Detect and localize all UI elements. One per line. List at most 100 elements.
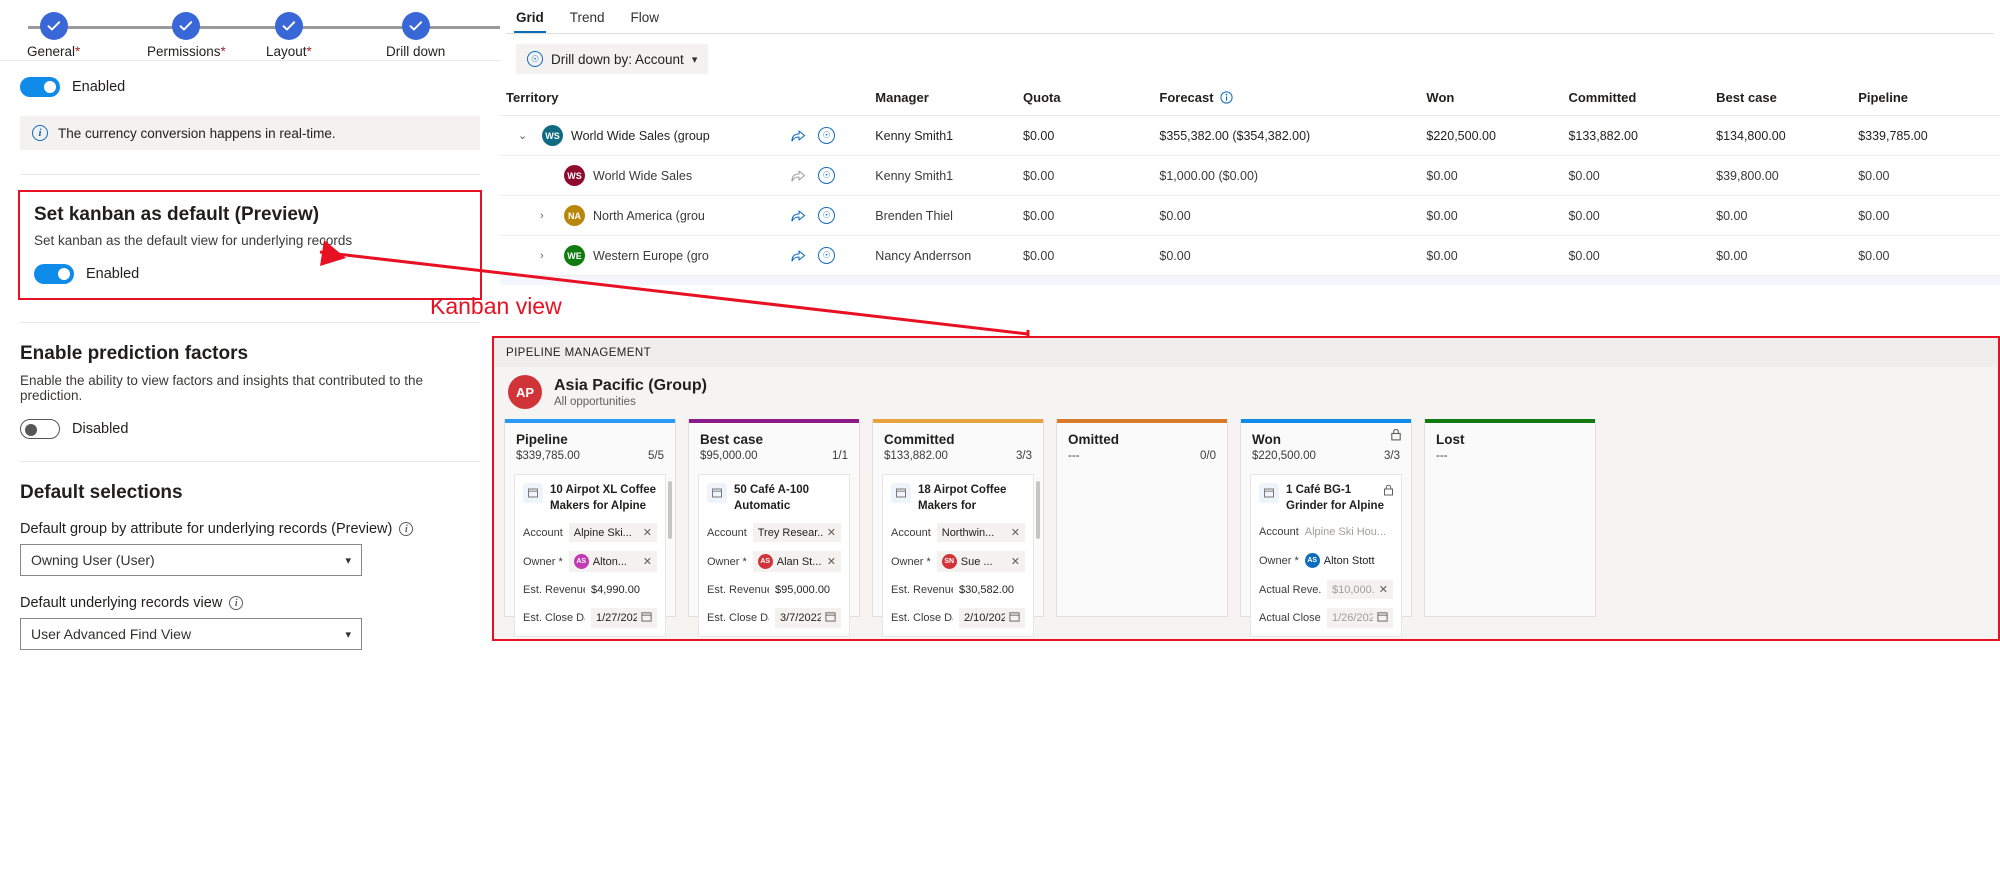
cell-best-case: $0.00 [1710, 236, 1852, 276]
field-value[interactable]: Northwin...✕ [937, 523, 1025, 542]
kanban-default-toggle[interactable] [34, 264, 74, 284]
kanban-card[interactable]: 1 Café BG-1 Grinder for Alpine Ski House… [1250, 474, 1402, 637]
field-value[interactable]: 3/7/2022 [775, 608, 841, 628]
calendar-icon[interactable] [641, 611, 652, 625]
column-header-pipeline[interactable]: Pipeline [1852, 84, 2000, 116]
column-scrollbar[interactable] [1036, 481, 1040, 539]
field-value[interactable]: Trey Resear...✕ [753, 523, 841, 542]
kanban-column-pipeline[interactable]: Pipeline$339,785.005/510 Airpot XL Coffe… [504, 419, 676, 617]
kanban-entity-subtitle: All opportunities [554, 396, 707, 408]
field-value[interactable]: 1/26/2022 [1327, 608, 1393, 628]
card-field: Account Northwin...✕ [891, 523, 1025, 542]
kanban-column-committed[interactable]: Committed$133,882.003/318 Airpot Coffee … [872, 419, 1044, 617]
info-icon[interactable]: i [229, 596, 243, 610]
field-label: Account [891, 527, 931, 539]
table-row[interactable]: ›WEWestern Europe (gro☉Nancy Anderrson$0… [500, 236, 2000, 276]
close-icon[interactable]: ✕ [1379, 583, 1388, 596]
account-icon[interactable]: ☉ [818, 167, 835, 184]
kanban-toggle-row[interactable]: Enabled [34, 264, 466, 284]
kanban-column-lost[interactable]: Lost--- [1424, 419, 1596, 617]
field-label: Owner * [707, 556, 747, 568]
open-record-icon[interactable] [790, 128, 806, 144]
table-row[interactable]: ⌄WSWorld Wide Sales (group☉Kenny Smith1$… [500, 116, 2000, 156]
prediction-factors-toggle[interactable] [20, 419, 60, 439]
close-icon[interactable]: ✕ [643, 526, 652, 539]
currency-toggle[interactable] [20, 77, 60, 97]
close-icon[interactable]: ✕ [1011, 526, 1020, 539]
close-icon[interactable]: ✕ [827, 555, 836, 568]
check-icon [40, 12, 68, 40]
prediction-toggle-row[interactable]: Disabled [20, 419, 480, 439]
open-record-icon[interactable] [790, 248, 806, 264]
column-header-quota[interactable]: Quota [1017, 84, 1153, 116]
drill-down-label: Drill down by: Account [551, 52, 684, 67]
column-scrollbar[interactable] [668, 481, 672, 539]
cell-quota: $0.00 [1017, 276, 1153, 286]
close-icon[interactable]: ✕ [643, 555, 652, 568]
table-row[interactable]: ›APAsia Pacific (group)☉John Smith$0.00$… [500, 276, 2000, 286]
wizard-step-general[interactable]: General* [27, 0, 80, 59]
account-icon[interactable]: ☉ [818, 247, 835, 264]
cell-committed: $133,882.00 [1562, 116, 1710, 156]
column-header-best-case[interactable]: Best case [1710, 84, 1852, 116]
divider [20, 461, 480, 462]
open-record-icon[interactable] [790, 208, 806, 224]
check-icon [275, 12, 303, 40]
column-header-forecast[interactable]: Forecast [1153, 84, 1420, 116]
currency-info-bar: i The currency conversion happens in rea… [20, 116, 480, 150]
column-header-manager[interactable]: Manager [869, 84, 1017, 116]
avatar: AS [1305, 553, 1320, 568]
field-value[interactable]: SNSue ...✕ [937, 551, 1025, 572]
calendar-icon[interactable] [825, 611, 836, 625]
kanban-column-won[interactable]: Won$220,500.003/31 Café BG-1 Grinder for… [1240, 419, 1412, 617]
table-row[interactable]: WSWorld Wide Sales☉Kenny Smith1$0.00$1,0… [500, 156, 2000, 196]
wizard-step-layout[interactable]: Layout* [266, 0, 312, 59]
group-by-label-text: Default group by attribute for underlyin… [20, 521, 392, 537]
column-amount: --- [1436, 450, 1448, 462]
field-label: Owner * [523, 556, 563, 568]
column-header: Won$220,500.003/3 [1241, 423, 1411, 468]
kanban-column-omitted[interactable]: Omitted---0/0 [1056, 419, 1228, 617]
calendar-icon[interactable] [1377, 611, 1388, 625]
cell-won: $220,500.00 [1420, 116, 1562, 156]
info-icon[interactable] [1220, 91, 1233, 104]
field-value[interactable]: Alpine Ski...✕ [569, 523, 657, 542]
chevron-right-icon[interactable]: › [540, 210, 556, 222]
kanban-column-best-case[interactable]: Best case$95,000.001/150 Café A-100 Auto… [688, 419, 860, 617]
chevron-down-icon[interactable]: ⌄ [518, 129, 534, 142]
currency-toggle-row[interactable]: Enabled [20, 77, 480, 97]
tab-trend[interactable]: Trend [560, 4, 615, 33]
column-header-territory[interactable]: Territory [500, 84, 784, 116]
column-header-committed[interactable]: Committed [1562, 84, 1710, 116]
column-header-won[interactable]: Won [1420, 84, 1562, 116]
field-value[interactable]: ASAlan St...✕ [753, 551, 841, 572]
field-value[interactable]: 2/10/2022 [959, 608, 1025, 628]
close-icon[interactable]: ✕ [827, 526, 836, 539]
chevron-down-icon: ▾ [345, 554, 351, 567]
kanban-card[interactable]: 50 Café A-100 AutomaticAccountTrey Resea… [698, 474, 850, 637]
close-icon[interactable]: ✕ [1011, 555, 1020, 568]
underlying-records-view-select[interactable]: User Advanced Find View ▾ [20, 618, 362, 650]
kanban-card[interactable]: 18 Airpot Coffee Makers for Northwind Tr… [882, 474, 1034, 637]
chevron-right-icon[interactable]: › [540, 250, 556, 262]
column-name: Pipeline [516, 432, 664, 447]
kanban-entity-header: AP Asia Pacific (Group) All opportunitie… [494, 367, 1998, 419]
account-icon[interactable]: ☉ [818, 207, 835, 224]
field-value[interactable]: $10,000.00✕ [1327, 580, 1393, 599]
calendar-icon[interactable] [1009, 611, 1020, 625]
group-by-attribute-select[interactable]: Owning User (User) ▾ [20, 544, 362, 576]
account-icon[interactable]: ☉ [818, 127, 835, 144]
field-value[interactable]: 1/27/2022 [591, 608, 657, 628]
tab-flow[interactable]: Flow [621, 4, 670, 33]
wizard-step-drill-down[interactable]: Drill down [386, 0, 445, 59]
table-row[interactable]: ›NANorth America (grou☉Brenden Thiel$0.0… [500, 196, 2000, 236]
info-icon[interactable]: i [399, 522, 413, 536]
tab-grid[interactable]: Grid [506, 4, 554, 33]
cell-forecast: $355,382.00 ($354,382.00) [1153, 116, 1420, 156]
wizard-step-permissions[interactable]: Permissions* [147, 0, 226, 59]
kanban-card[interactable]: 10 Airpot XL Coffee Makers for Alpine Sk… [514, 474, 666, 637]
cell-pipeline: $339,785.00 [1852, 276, 2000, 286]
field-value[interactable]: ASAlton...✕ [569, 551, 657, 572]
open-record-icon[interactable] [790, 168, 806, 184]
drill-down-by-button[interactable]: ☉ Drill down by: Account ▾ [516, 44, 708, 74]
